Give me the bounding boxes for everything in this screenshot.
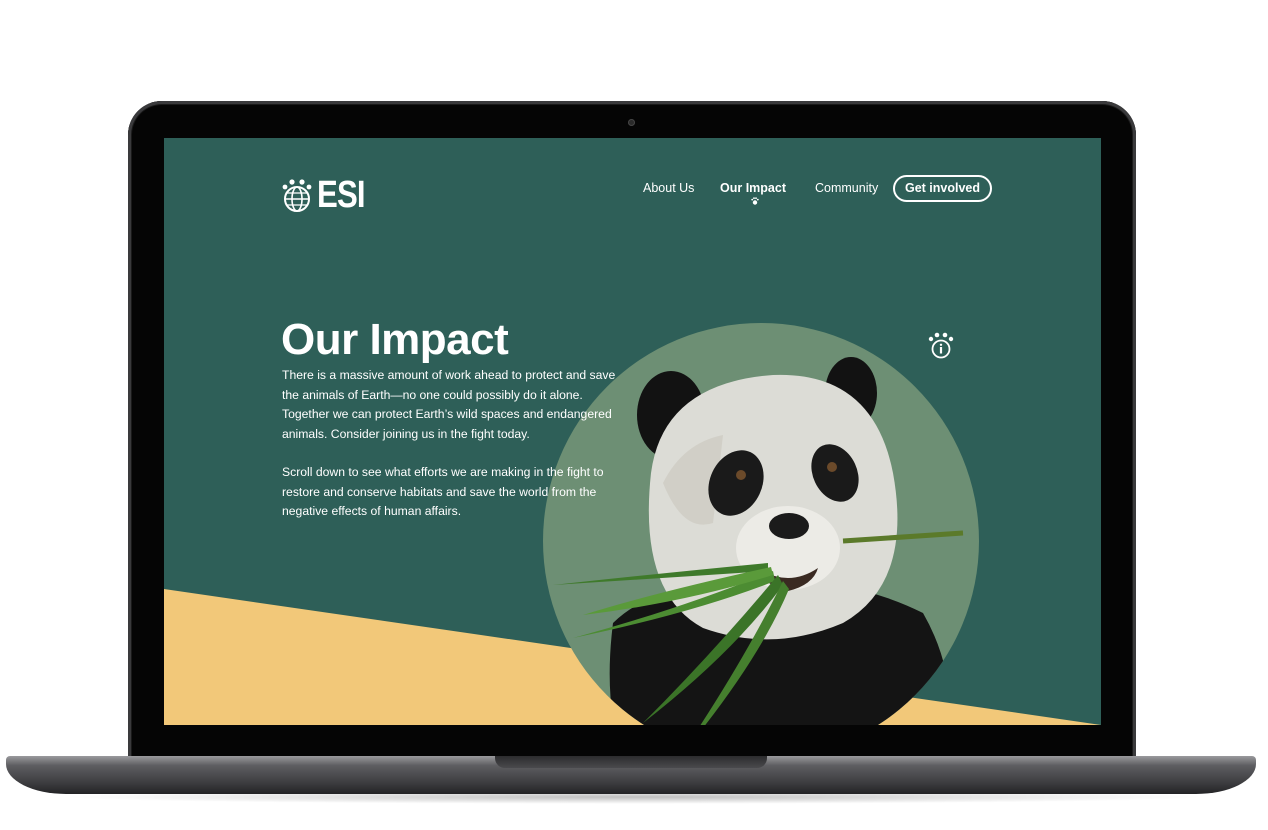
paw-info-icon[interactable] bbox=[928, 332, 954, 360]
paw-icon bbox=[751, 197, 759, 205]
paw-globe-icon bbox=[282, 179, 312, 212]
nav-our-impact[interactable]: Our Impact bbox=[720, 181, 786, 195]
laptop-notch bbox=[495, 756, 767, 768]
website-screen: ESI About Us Our Impact Community Get in… bbox=[164, 138, 1101, 725]
logo-text: ESI bbox=[317, 174, 366, 216]
get-involved-button[interactable]: Get involved bbox=[893, 175, 993, 202]
camera-icon bbox=[628, 119, 635, 126]
nav-community[interactable]: Community bbox=[815, 181, 878, 195]
hero-paragraph-1: There is a massive amount of work ahead … bbox=[282, 368, 616, 441]
page-title: Our Impact bbox=[281, 315, 509, 364]
hero-paragraph-2: Scroll down to see what efforts we are m… bbox=[282, 465, 604, 518]
site-logo[interactable]: ESI bbox=[281, 176, 375, 214]
nav-about-us[interactable]: About Us bbox=[643, 181, 694, 195]
